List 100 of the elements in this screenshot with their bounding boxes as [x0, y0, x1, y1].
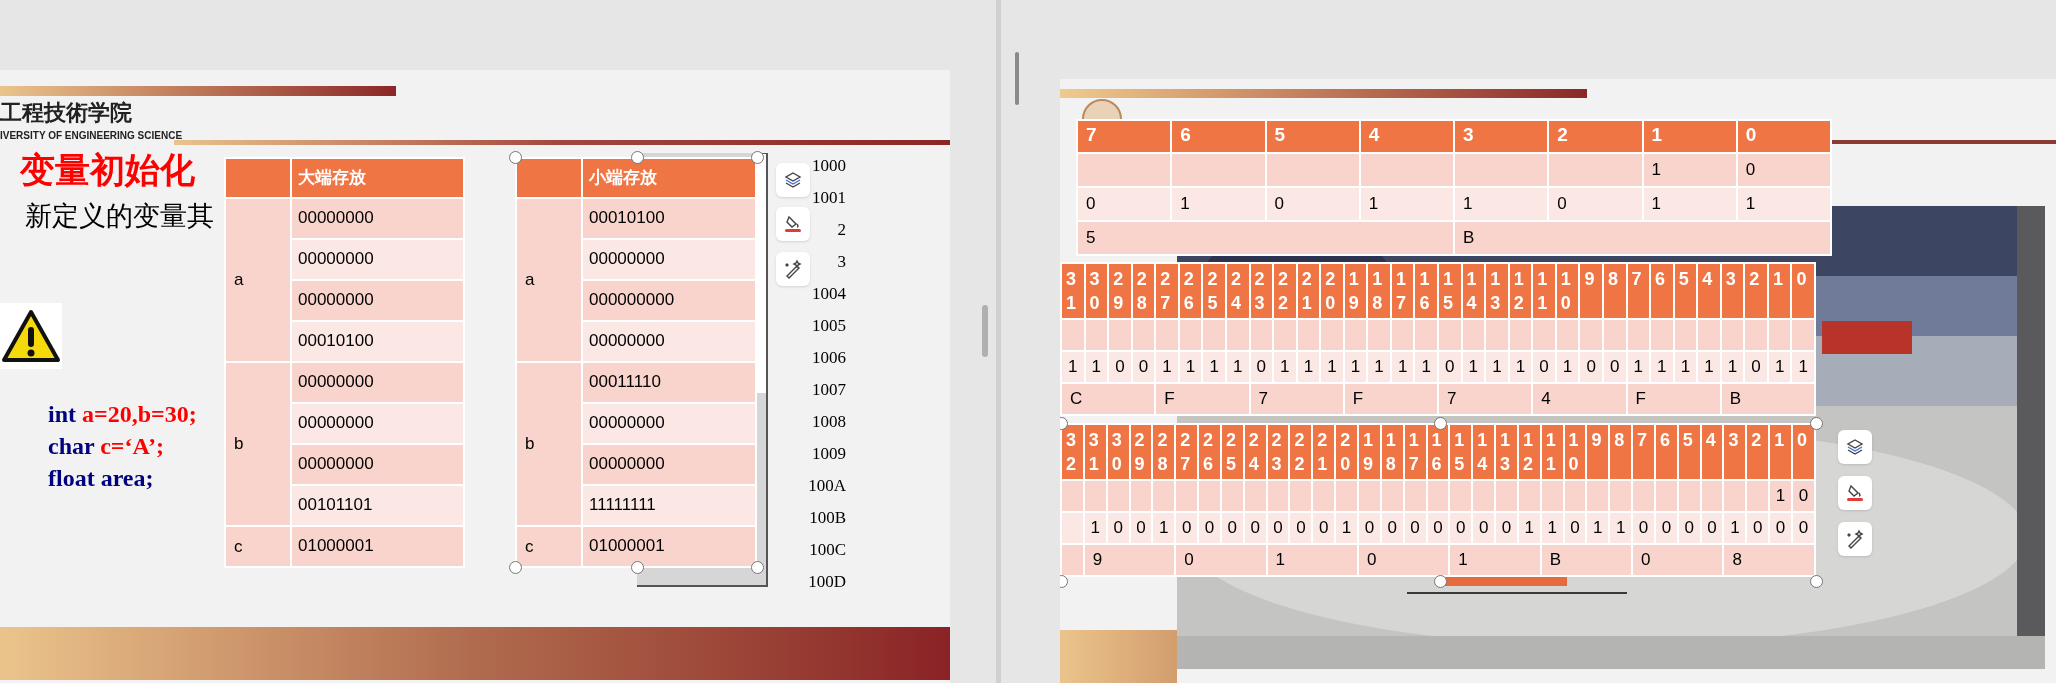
- column-header: 3: [1723, 424, 1747, 480]
- magic-wand-icon: [783, 259, 803, 279]
- selection-handle[interactable]: [509, 561, 522, 574]
- memory-address: 100C: [809, 539, 846, 561]
- column-header: 20: [1320, 263, 1344, 319]
- column-header: 28: [1131, 263, 1156, 319]
- column-header: 9: [1579, 263, 1603, 319]
- table-cell: a: [225, 198, 291, 362]
- column-header: [225, 158, 291, 198]
- column-header: 29: [1108, 263, 1132, 319]
- column-header: 14: [1472, 424, 1496, 480]
- column-header: 32: [1061, 424, 1084, 480]
- column-header: 6: [1650, 263, 1674, 319]
- table-cell: 00000000: [582, 239, 756, 280]
- table-cell: 0: [1357, 544, 1450, 576]
- table-cell: 00000000: [291, 403, 464, 444]
- table-cell: 0: [1077, 187, 1172, 221]
- table-cell: 00000000: [291, 362, 464, 403]
- table-cell: c: [516, 526, 582, 567]
- column-header: 5: [1677, 424, 1701, 480]
- fill-button[interactable]: [1838, 476, 1872, 510]
- table-cell: 7: [1438, 383, 1533, 415]
- column-header: 27: [1155, 263, 1179, 319]
- column-header: 18: [1367, 263, 1391, 319]
- memory-address: 1006: [812, 347, 846, 369]
- table-cell: 00101101: [291, 485, 464, 526]
- column-header: 0: [1791, 263, 1815, 319]
- column-header: 10: [1555, 263, 1580, 319]
- column-header: 4: [1700, 424, 1724, 480]
- table-cell: c: [225, 526, 291, 567]
- table-cell: 5: [1077, 221, 1454, 255]
- column-header: 8: [1609, 424, 1633, 480]
- column-header: 18: [1380, 424, 1404, 480]
- column-header: 7: [1077, 120, 1172, 153]
- paint-bucket-icon: [1845, 483, 1865, 503]
- column-header: 27: [1175, 424, 1199, 480]
- table-cell: 1: [1736, 187, 1831, 221]
- memory-address: 1008: [812, 411, 846, 433]
- column-header: 1: [1642, 120, 1737, 153]
- column-header: 0: [1792, 424, 1815, 480]
- column-header: 4: [1359, 120, 1454, 153]
- table-cell: 00000000: [291, 198, 464, 239]
- table-cell: B: [1540, 544, 1633, 576]
- school-name: 工程技術学院: [0, 102, 132, 124]
- scrollbar-thumb[interactable]: [1015, 52, 1019, 105]
- table-cell: B: [1720, 383, 1815, 415]
- table-cell: 00000000: [582, 321, 756, 362]
- column-header: 14: [1461, 263, 1486, 319]
- magic-button[interactable]: [776, 252, 810, 286]
- table-cell: 11111111: [582, 485, 756, 526]
- column-header: 2: [1548, 120, 1643, 153]
- scrollbar-thumb[interactable]: [982, 305, 988, 357]
- table-cell: 0: [1548, 187, 1643, 221]
- column-header: 1: [1767, 263, 1792, 319]
- fill-button[interactable]: [776, 207, 810, 241]
- column-header: 22: [1289, 424, 1313, 480]
- memory-address: 2: [837, 219, 846, 241]
- table-cell: 01000001: [291, 526, 464, 567]
- column-header: 30: [1084, 263, 1109, 319]
- table-cell: F: [1155, 383, 1250, 415]
- table-cell: C: [1061, 383, 1156, 415]
- layers-button[interactable]: [1838, 430, 1872, 464]
- table-cell: F: [1343, 383, 1438, 415]
- column-header: 6: [1171, 120, 1266, 153]
- column-header: 11: [1532, 263, 1556, 319]
- table-cell: 00000000: [582, 444, 756, 485]
- column-header: 23: [1266, 424, 1290, 480]
- slide-text: 新定义的变量其: [25, 203, 214, 230]
- column-header: 15: [1449, 424, 1473, 480]
- column-header: 大端存放: [291, 158, 464, 198]
- selection-handle[interactable]: [509, 151, 522, 164]
- column-header: 22: [1273, 263, 1297, 319]
- column-header: 5: [1265, 120, 1360, 153]
- column-header: 26: [1178, 263, 1203, 319]
- layers-button[interactable]: [776, 163, 810, 197]
- table-cell: 00000000: [291, 444, 464, 485]
- table-cell: B: [1454, 221, 1831, 255]
- table-cell: [1061, 544, 1084, 576]
- table-cell: 0: [1175, 544, 1267, 576]
- memory-address: 1001: [812, 187, 846, 209]
- magic-wand-icon: [1845, 529, 1865, 549]
- column-header: 28: [1152, 424, 1176, 480]
- column-header: 7: [1626, 263, 1651, 319]
- column-header: 31: [1061, 263, 1085, 319]
- memory-address: 100B: [809, 507, 846, 529]
- table-cell: 1: [1642, 187, 1737, 221]
- table-cell: 00011110: [582, 362, 756, 403]
- column-header: 10: [1563, 424, 1587, 480]
- memory-address: 1004: [812, 283, 846, 305]
- magic-button[interactable]: [1838, 522, 1872, 556]
- column-header: 19: [1357, 424, 1381, 480]
- table-cell: b: [225, 362, 291, 526]
- memory-address: 100A: [808, 475, 846, 497]
- table-cell: b: [516, 362, 582, 526]
- column-header: 21: [1312, 424, 1336, 480]
- column-header: 5: [1673, 263, 1698, 319]
- table-cell: a: [516, 198, 582, 362]
- table-cell: 1: [1359, 187, 1454, 221]
- slide-title: 变量初始化: [20, 152, 195, 187]
- table-cell: 0: [1632, 544, 1724, 576]
